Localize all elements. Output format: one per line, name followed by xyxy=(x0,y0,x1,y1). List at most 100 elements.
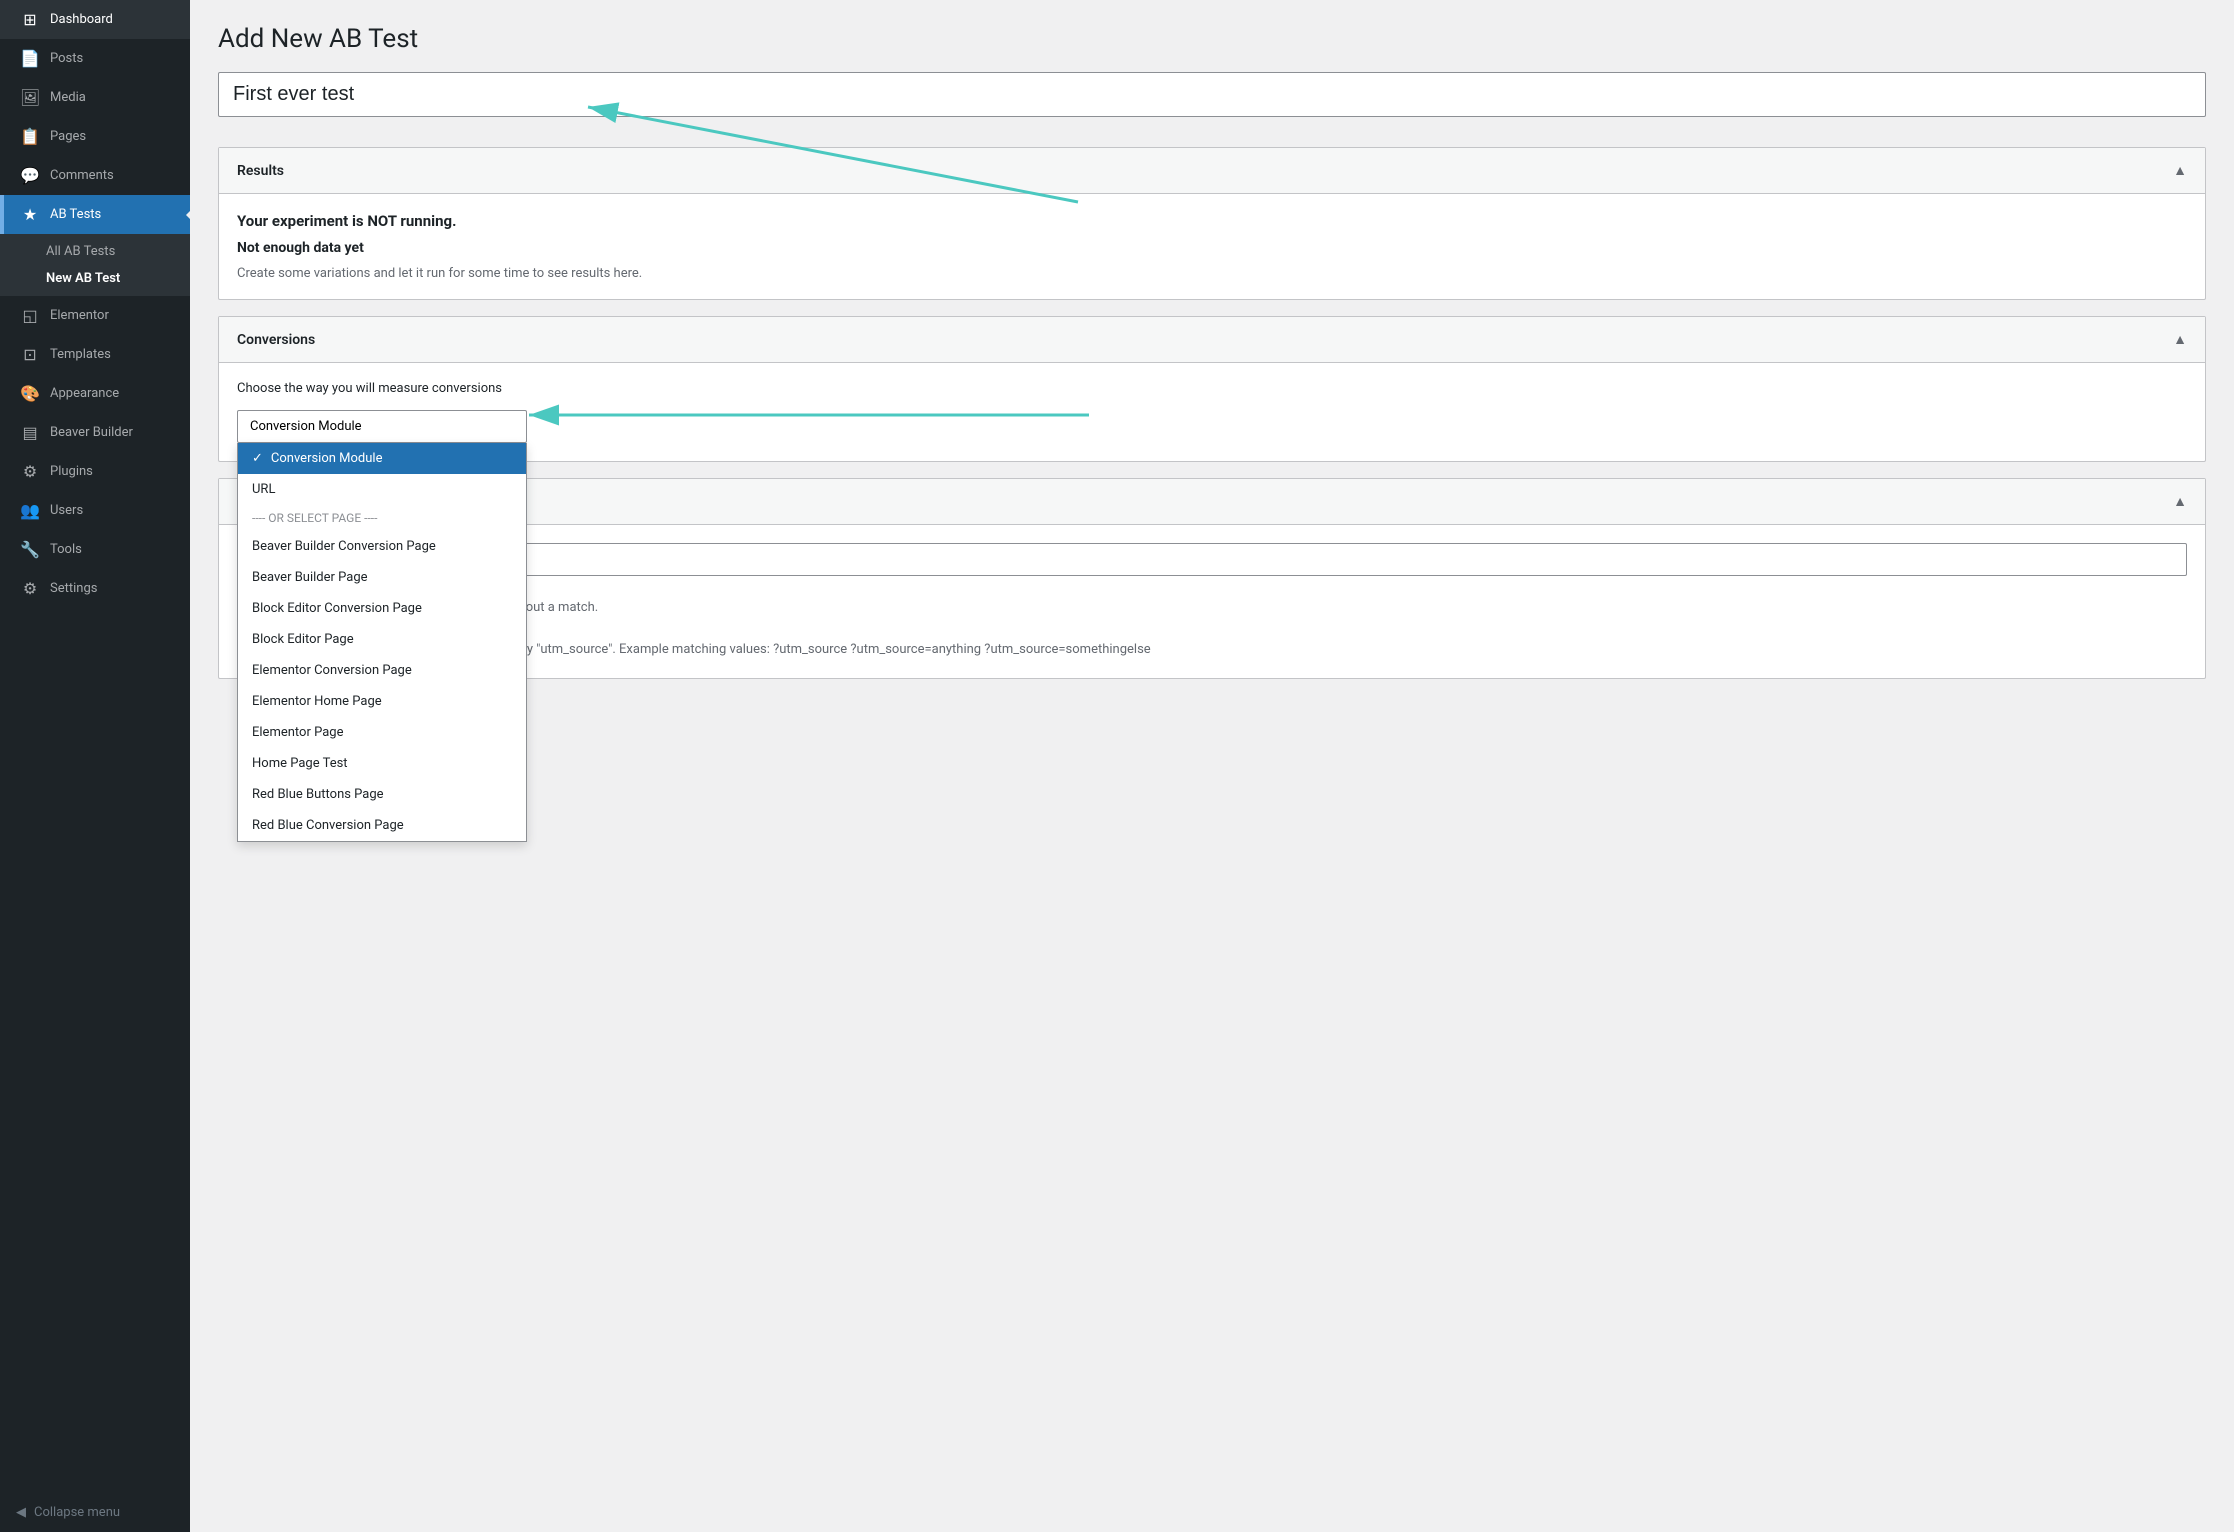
sidebar-item-beaver-builder[interactable]: ▤ Beaver Builder xyxy=(0,413,190,452)
conversions-panel: Conversions ▲ Choose the way you will me… xyxy=(218,316,2206,462)
comments-icon: 💬 xyxy=(20,166,40,185)
main-content: Add New AB Test Results ▲ Your experimen… xyxy=(190,0,2234,1532)
new-ab-test-label: New AB Test xyxy=(46,271,120,286)
sidebar-item-settings[interactable]: ⚙ Settings xyxy=(0,569,190,608)
collapse-menu-button[interactable]: ◀ Collapse menu xyxy=(0,1493,190,1532)
plugins-icon: ⚙ xyxy=(20,462,40,481)
collapse-arrow-icon: ◀ xyxy=(16,1505,26,1520)
ab-tests-icon: ★ xyxy=(20,205,40,224)
dropdown-item-red-blue-buttons[interactable]: Red Blue Buttons Page xyxy=(238,779,526,810)
sidebar-label-appearance: Appearance xyxy=(50,386,119,401)
all-ab-tests-label: All AB Tests xyxy=(46,244,115,259)
sidebar-item-media[interactable]: 🖼 Media xyxy=(0,78,190,117)
sidebar-label-ab-tests: AB Tests xyxy=(50,207,101,222)
dropdown-item-label-conversion-module: Conversion Module xyxy=(271,451,383,466)
dropdown-item-home-page-test[interactable]: Home Page Test xyxy=(238,748,526,779)
dropdown-item-label-elementor-home: Elementor Home Page xyxy=(252,694,382,709)
dropdown-separator-label: ---- OR SELECT PAGE ---- xyxy=(252,511,377,525)
sidebar-label-plugins: Plugins xyxy=(50,464,93,479)
results-panel-toggle[interactable]: ▲ xyxy=(2173,162,2187,179)
results-panel-header: Results ▲ xyxy=(219,148,2205,194)
sidebar-label-beaver-builder: Beaver Builder xyxy=(50,425,133,440)
results-panel: Results ▲ Your experiment is NOT running… xyxy=(218,147,2206,300)
sidebar-item-templates[interactable]: ⊡ Templates xyxy=(0,335,190,374)
results-panel-body: Your experiment is NOT running. Not enou… xyxy=(219,194,2205,299)
sidebar-item-tools[interactable]: 🔧 Tools xyxy=(0,530,190,569)
sidebar-item-plugins[interactable]: ⚙ Plugins xyxy=(0,452,190,491)
elementor-icon: ◱ xyxy=(20,306,40,325)
tools-icon: 🔧 xyxy=(20,540,40,559)
checkmark-icon: ✓ xyxy=(252,451,263,466)
sidebar-label-pages: Pages xyxy=(50,129,86,144)
dropdown-item-beaver-builder-conversion[interactable]: Beaver Builder Conversion Page xyxy=(238,531,526,562)
dropdown-item-elementor-conversion[interactable]: Elementor Conversion Page xyxy=(238,655,526,686)
sidebar-label-elementor: Elementor xyxy=(50,308,109,323)
dropdown-item-label-block-editor-conversion: Block Editor Conversion Page xyxy=(252,601,422,616)
dropdown-item-label-home-page-test: Home Page Test xyxy=(252,756,348,771)
dropdown-item-label-elementor-conversion: Elementor Conversion Page xyxy=(252,663,412,678)
posts-icon: 📄 xyxy=(20,49,40,68)
dropdown-item-label-url: URL xyxy=(252,482,275,497)
results-not-running-text: Your experiment is NOT running. xyxy=(237,212,2187,230)
sidebar-label-users: Users xyxy=(50,503,83,518)
dropdown-item-label-block-editor-page: Block Editor Page xyxy=(252,632,354,647)
conversions-panel-header: Conversions ▲ xyxy=(219,317,2205,363)
conversions-dropdown-trigger[interactable]: Conversion Module xyxy=(237,410,527,443)
targeting-input[interactable] xyxy=(237,543,2187,576)
users-icon: 👥 xyxy=(20,501,40,520)
sidebar-label-templates: Templates xyxy=(50,347,111,362)
sidebar-item-dashboard[interactable]: ⊞ Dashboard xyxy=(0,0,190,39)
templates-icon: ⊡ xyxy=(20,345,40,364)
sidebar-item-posts[interactable]: 📄 Posts xyxy=(0,39,190,78)
conversions-description: Choose the way you will measure conversi… xyxy=(237,381,2187,396)
conversions-dropdown-wrapper: Conversion Module ✓ Conversion Module UR… xyxy=(237,410,527,443)
sidebar-submenu-ab-tests: All AB Tests New AB Test xyxy=(0,234,190,296)
targeting-description: Target based on URL query. AB Test won't… xyxy=(237,598,2187,660)
conversions-dropdown-menu: ✓ Conversion Module URL ---- OR SELECT P… xyxy=(237,443,527,842)
dropdown-item-label-beaver-builder-page: Beaver Builder Page xyxy=(252,570,368,585)
sidebar-item-all-ab-tests[interactable]: All AB Tests xyxy=(46,238,190,265)
dropdown-item-label-red-blue-buttons: Red Blue Buttons Page xyxy=(252,787,384,802)
sidebar-item-appearance[interactable]: 🎨 Appearance xyxy=(0,374,190,413)
sidebar-label-comments: Comments xyxy=(50,168,114,183)
sidebar-item-comments[interactable]: 💬 Comments xyxy=(0,156,190,195)
sidebar-item-users[interactable]: 👥 Users xyxy=(0,491,190,530)
results-no-data-text: Not enough data yet xyxy=(237,240,2187,256)
dropdown-item-beaver-builder-page[interactable]: Beaver Builder Page xyxy=(238,562,526,593)
dropdown-item-block-editor-conversion[interactable]: Block Editor Conversion Page xyxy=(238,593,526,624)
conversions-panel-body: Choose the way you will measure conversi… xyxy=(219,363,2205,461)
dropdown-item-conversion-module[interactable]: ✓ Conversion Module xyxy=(238,443,526,474)
dropdown-item-label-elementor-page: Elementor Page xyxy=(252,725,343,740)
dropdown-item-label-red-blue-conversion: Red Blue Conversion Page xyxy=(252,818,404,833)
media-icon: 🖼 xyxy=(20,88,40,107)
sidebar-item-ab-tests[interactable]: ★ AB Tests xyxy=(0,195,190,234)
sidebar-item-new-ab-test[interactable]: New AB Test xyxy=(46,265,190,292)
sidebar: ⊞ Dashboard 📄 Posts 🖼 Media 📋 Pages 💬 Co… xyxy=(0,0,190,1532)
sidebar-label-settings: Settings xyxy=(50,581,97,596)
dropdown-item-url[interactable]: URL xyxy=(238,474,526,505)
page-title: Add New AB Test xyxy=(218,24,2206,54)
sidebar-label-tools: Tools xyxy=(50,542,82,557)
pages-icon: 📋 xyxy=(20,127,40,146)
conversions-panel-title: Conversions xyxy=(237,332,315,348)
results-panel-title: Results xyxy=(237,163,284,179)
sidebar-item-pages[interactable]: 📋 Pages xyxy=(0,117,190,156)
collapse-menu-label: Collapse menu xyxy=(34,1505,120,1520)
conversions-dropdown-selected-label: Conversion Module xyxy=(250,419,362,434)
dropdown-item-elementor-page[interactable]: Elementor Page xyxy=(238,717,526,748)
dashboard-icon: ⊞ xyxy=(20,10,40,29)
dropdown-item-elementor-home[interactable]: Elementor Home Page xyxy=(238,686,526,717)
dropdown-item-block-editor-page[interactable]: Block Editor Page xyxy=(238,624,526,655)
conversions-panel-toggle[interactable]: ▲ xyxy=(2173,331,2187,348)
dropdown-item-label-beaver-builder-conversion: Beaver Builder Conversion Page xyxy=(252,539,436,554)
dropdown-item-red-blue-conversion[interactable]: Red Blue Conversion Page xyxy=(238,810,526,841)
sidebar-label-media: Media xyxy=(50,90,86,105)
results-hint-text: Create some variations and let it run fo… xyxy=(237,266,2187,281)
beaver-builder-icon: ▤ xyxy=(20,423,40,442)
sidebar-label-posts: Posts xyxy=(50,51,83,66)
sidebar-item-elementor[interactable]: ◱ Elementor xyxy=(0,296,190,335)
appearance-icon: 🎨 xyxy=(20,384,40,403)
test-name-input[interactable] xyxy=(218,72,2206,117)
targeting-panel-toggle[interactable]: ▲ xyxy=(2173,493,2187,510)
settings-icon: ⚙ xyxy=(20,579,40,598)
